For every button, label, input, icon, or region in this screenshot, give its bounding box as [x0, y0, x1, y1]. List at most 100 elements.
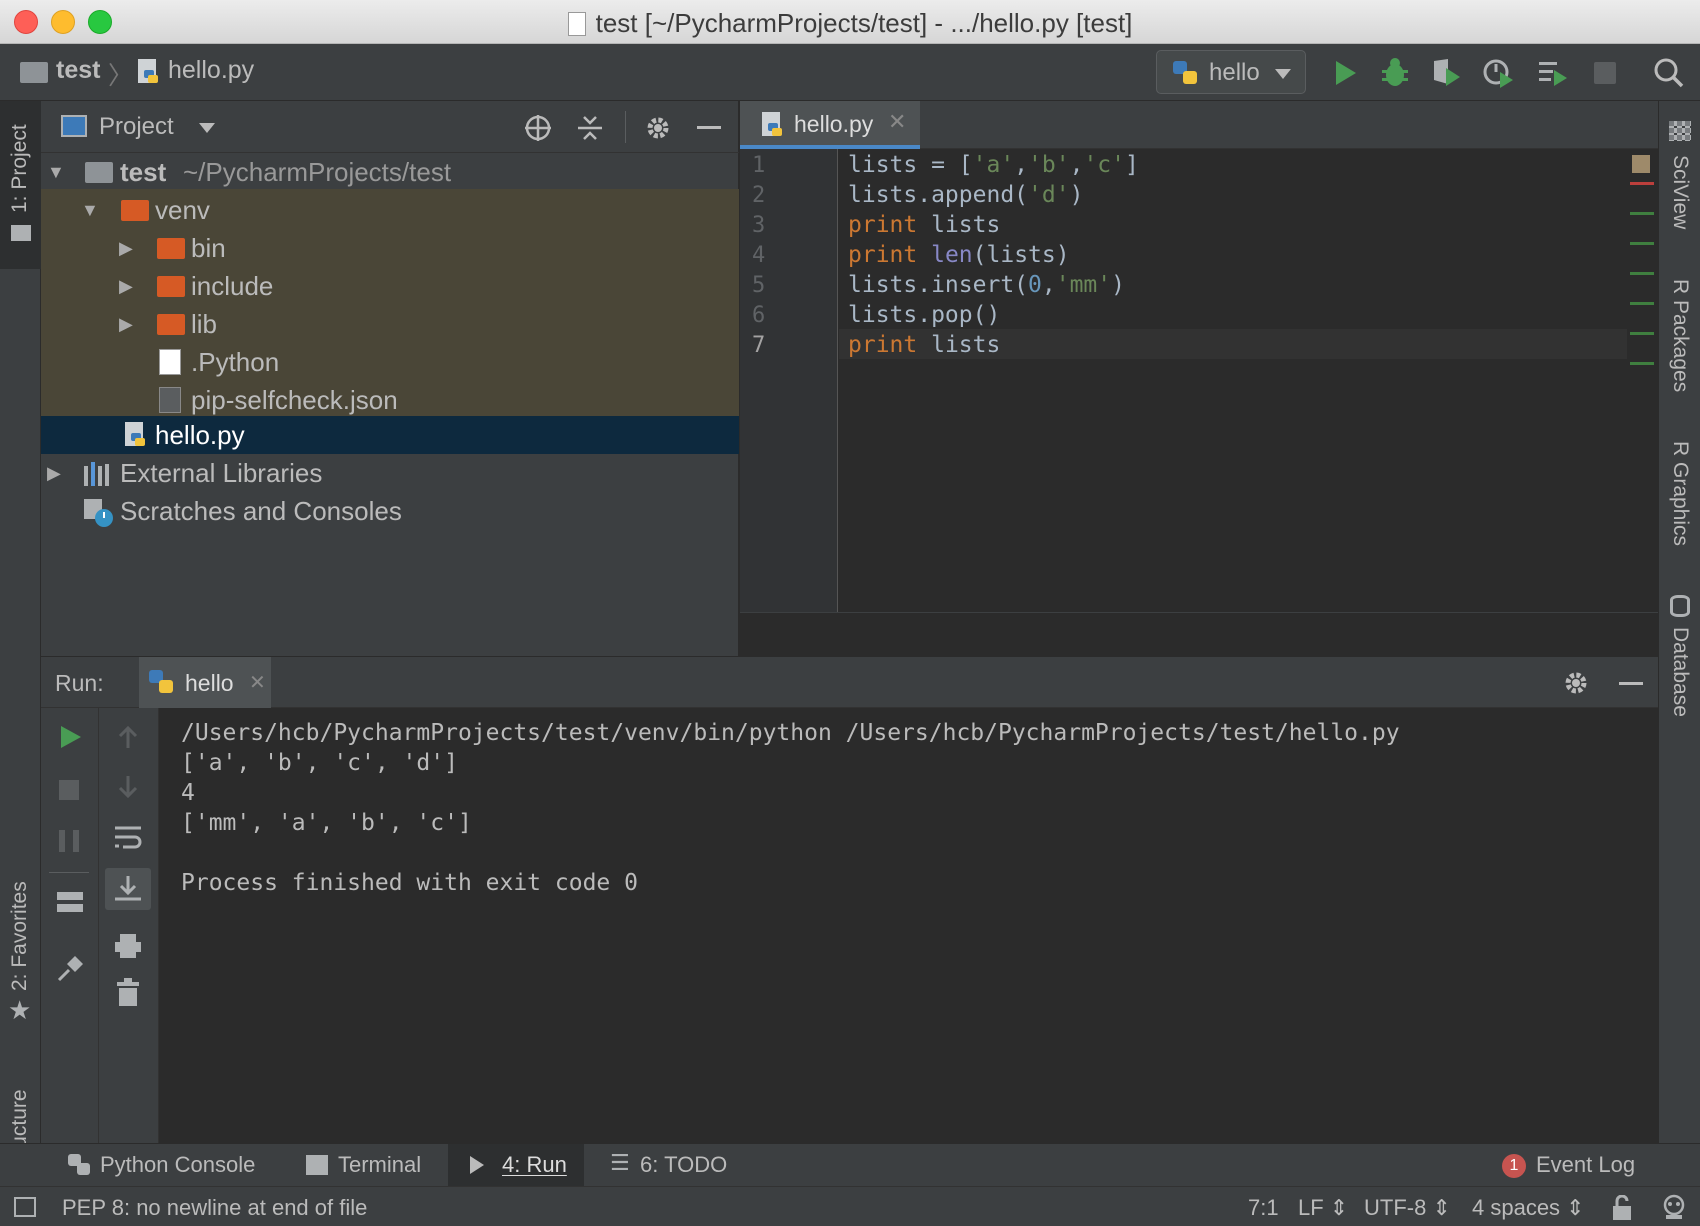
project-tool-tab[interactable]: 1: Project [0, 101, 41, 269]
locate-icon[interactable] [523, 113, 553, 143]
run-icon[interactable] [1328, 56, 1362, 90]
folder-icon [20, 62, 48, 83]
code-editor[interactable]: 1 2 3 4 5 6 7 lists = ['a','b','c'] list… [740, 149, 1658, 656]
run-concurrency-icon[interactable] [1536, 56, 1570, 90]
debug-icon[interactable] [1378, 56, 1412, 90]
error-stripe-mark[interactable] [1630, 182, 1654, 185]
gear-icon[interactable] [643, 113, 673, 143]
trash-icon[interactable] [115, 978, 141, 1008]
title-bar: test [~/PycharmProjects/test] - .../hell… [0, 0, 1700, 44]
run-tab-hello[interactable]: hello ✕ [139, 657, 271, 709]
sciview-tab[interactable]: SciView [1668, 155, 1692, 229]
status-bar: PEP 8: no newline at end of file 7:1 LF … [0, 1186, 1700, 1226]
tree-item-hello-py[interactable]: hello.py [41, 416, 739, 454]
python-icon [149, 670, 173, 693]
line-separator-selector[interactable]: LF ⇕ [1298, 1195, 1348, 1221]
warning-stripe-mark[interactable] [1630, 272, 1654, 275]
chevron-down-icon[interactable] [199, 123, 215, 133]
code-line: lists = ['a','b','c'] [848, 152, 1139, 178]
python-icon [68, 1154, 90, 1175]
scroll-to-end-icon [115, 876, 141, 901]
stop-icon[interactable] [1594, 62, 1616, 84]
tree-item-test[interactable]: ▼ test ~/PycharmProjects/test [41, 153, 739, 191]
tree-item-scratches[interactable]: Scratches and Consoles [41, 492, 739, 530]
terminal-tab[interactable]: Terminal [300, 1144, 440, 1187]
editor-tab-label: hello.py [794, 111, 874, 137]
pause-icon[interactable] [59, 830, 79, 852]
r-graphics-tab[interactable]: R Graphics [1668, 441, 1692, 546]
caret-position[interactable]: 7:1 [1248, 1195, 1279, 1221]
warning-stripe-mark[interactable] [1630, 302, 1654, 305]
run-console-output[interactable]: /Users/hcb/PycharmProjects/test/venv/bin… [159, 708, 1658, 1143]
print-icon[interactable] [113, 932, 143, 960]
project-tab-label: 1: Project [8, 124, 31, 213]
collapse-all-icon[interactable] [575, 113, 605, 143]
profile-icon[interactable] [1482, 56, 1516, 90]
tree-item-label: External Libraries [120, 458, 323, 488]
breadcrumb-file[interactable]: hello.py [168, 56, 254, 85]
tree-item-label: Scratches and Consoles [120, 496, 402, 526]
warning-stripe-mark[interactable] [1630, 212, 1654, 215]
restore-layout-icon[interactable] [57, 892, 83, 912]
arrow-down-icon[interactable] [115, 774, 141, 800]
arrow-up-icon[interactable] [115, 724, 141, 750]
warning-stripe-mark[interactable] [1630, 332, 1654, 335]
indent-selector[interactable]: 4 spaces ⇕ [1472, 1195, 1585, 1221]
minimize-icon[interactable] [697, 126, 721, 129]
gear-icon[interactable] [1561, 668, 1591, 698]
terminal-label: Terminal [338, 1152, 422, 1177]
notification-badge: 1 [1502, 1154, 1526, 1178]
project-panel-header: Project [41, 101, 739, 153]
tree-item-bin[interactable]: ▶ bin [41, 229, 739, 267]
r-packages-tab[interactable]: R Packages [1668, 279, 1692, 392]
warning-stripe-mark[interactable] [1630, 362, 1654, 365]
editor-tab-hello-py[interactable]: hello.py ✕ [740, 101, 920, 149]
file-icon [567, 12, 586, 36]
tree-item-label: pip-selfcheck.json [191, 385, 398, 415]
line-number: 5 [752, 273, 766, 298]
encoding-selector[interactable]: UTF-8 ⇕ [1364, 1195, 1451, 1221]
close-tab-icon[interactable]: ✕ [249, 670, 266, 695]
todo-tab[interactable]: ☰ 6: TODO [602, 1144, 742, 1187]
pin-icon[interactable] [55, 954, 85, 984]
rerun-icon[interactable] [57, 724, 83, 750]
tree-item-pip-selfcheck[interactable]: pip-selfcheck.json [41, 381, 739, 419]
expand-arrow-icon[interactable]: ▼ [47, 153, 65, 191]
database-tab[interactable]: Database [1668, 627, 1692, 717]
warning-stripe-mark[interactable] [1630, 242, 1654, 245]
grid-icon [1669, 121, 1691, 141]
collapsed-arrow-icon[interactable]: ▶ [119, 305, 133, 343]
toggle-tool-windows-icon[interactable] [14, 1197, 36, 1217]
run-toolbar-secondary [99, 708, 159, 1143]
collapsed-arrow-icon[interactable]: ▶ [119, 229, 133, 267]
run-tool-tab[interactable]: 4: Run [448, 1144, 584, 1187]
project-view-selector[interactable]: Project [99, 113, 174, 141]
collapsed-arrow-icon[interactable]: ▶ [47, 454, 61, 492]
python-icon [1173, 61, 1197, 84]
tree-item-lib[interactable]: ▶ lib [41, 305, 739, 343]
soft-wrap-icon[interactable] [113, 824, 143, 850]
search-icon[interactable] [1652, 56, 1686, 90]
tree-item-external-libraries[interactable]: ▶ External Libraries [41, 454, 739, 492]
lock-icon[interactable] [1610, 1195, 1634, 1221]
close-tab-icon[interactable]: ✕ [888, 109, 906, 135]
python-console-tab[interactable]: Python Console [60, 1144, 270, 1187]
line-number-gutter: 1 2 3 4 5 6 7 [740, 149, 838, 612]
event-log-tab[interactable]: 1 Event Log [1496, 1144, 1656, 1187]
project-panel: Project ▼ test ~/PycharmProjects/test ▼ … [41, 101, 739, 656]
collapsed-arrow-icon[interactable]: ▶ [119, 267, 133, 305]
minimize-icon[interactable] [1619, 682, 1643, 685]
run-configuration-dropdown[interactable]: hello [1156, 50, 1306, 94]
expand-arrow-icon[interactable]: ▼ [81, 191, 99, 229]
tree-item-python-link[interactable]: .Python [41, 343, 739, 381]
stop-icon[interactable] [59, 780, 79, 800]
inspection-status-icon[interactable] [1632, 155, 1650, 173]
inspector-icon[interactable] [1660, 1193, 1688, 1221]
scroll-to-end-toggle[interactable] [105, 868, 151, 910]
tree-item-include[interactable]: ▶ include [41, 267, 739, 305]
breadcrumb-project[interactable]: test [56, 56, 100, 85]
divider [49, 872, 89, 873]
tree-item-venv[interactable]: ▼ venv [41, 191, 739, 229]
run-config-label: hello [1209, 59, 1260, 86]
coverage-icon[interactable] [1430, 56, 1464, 90]
